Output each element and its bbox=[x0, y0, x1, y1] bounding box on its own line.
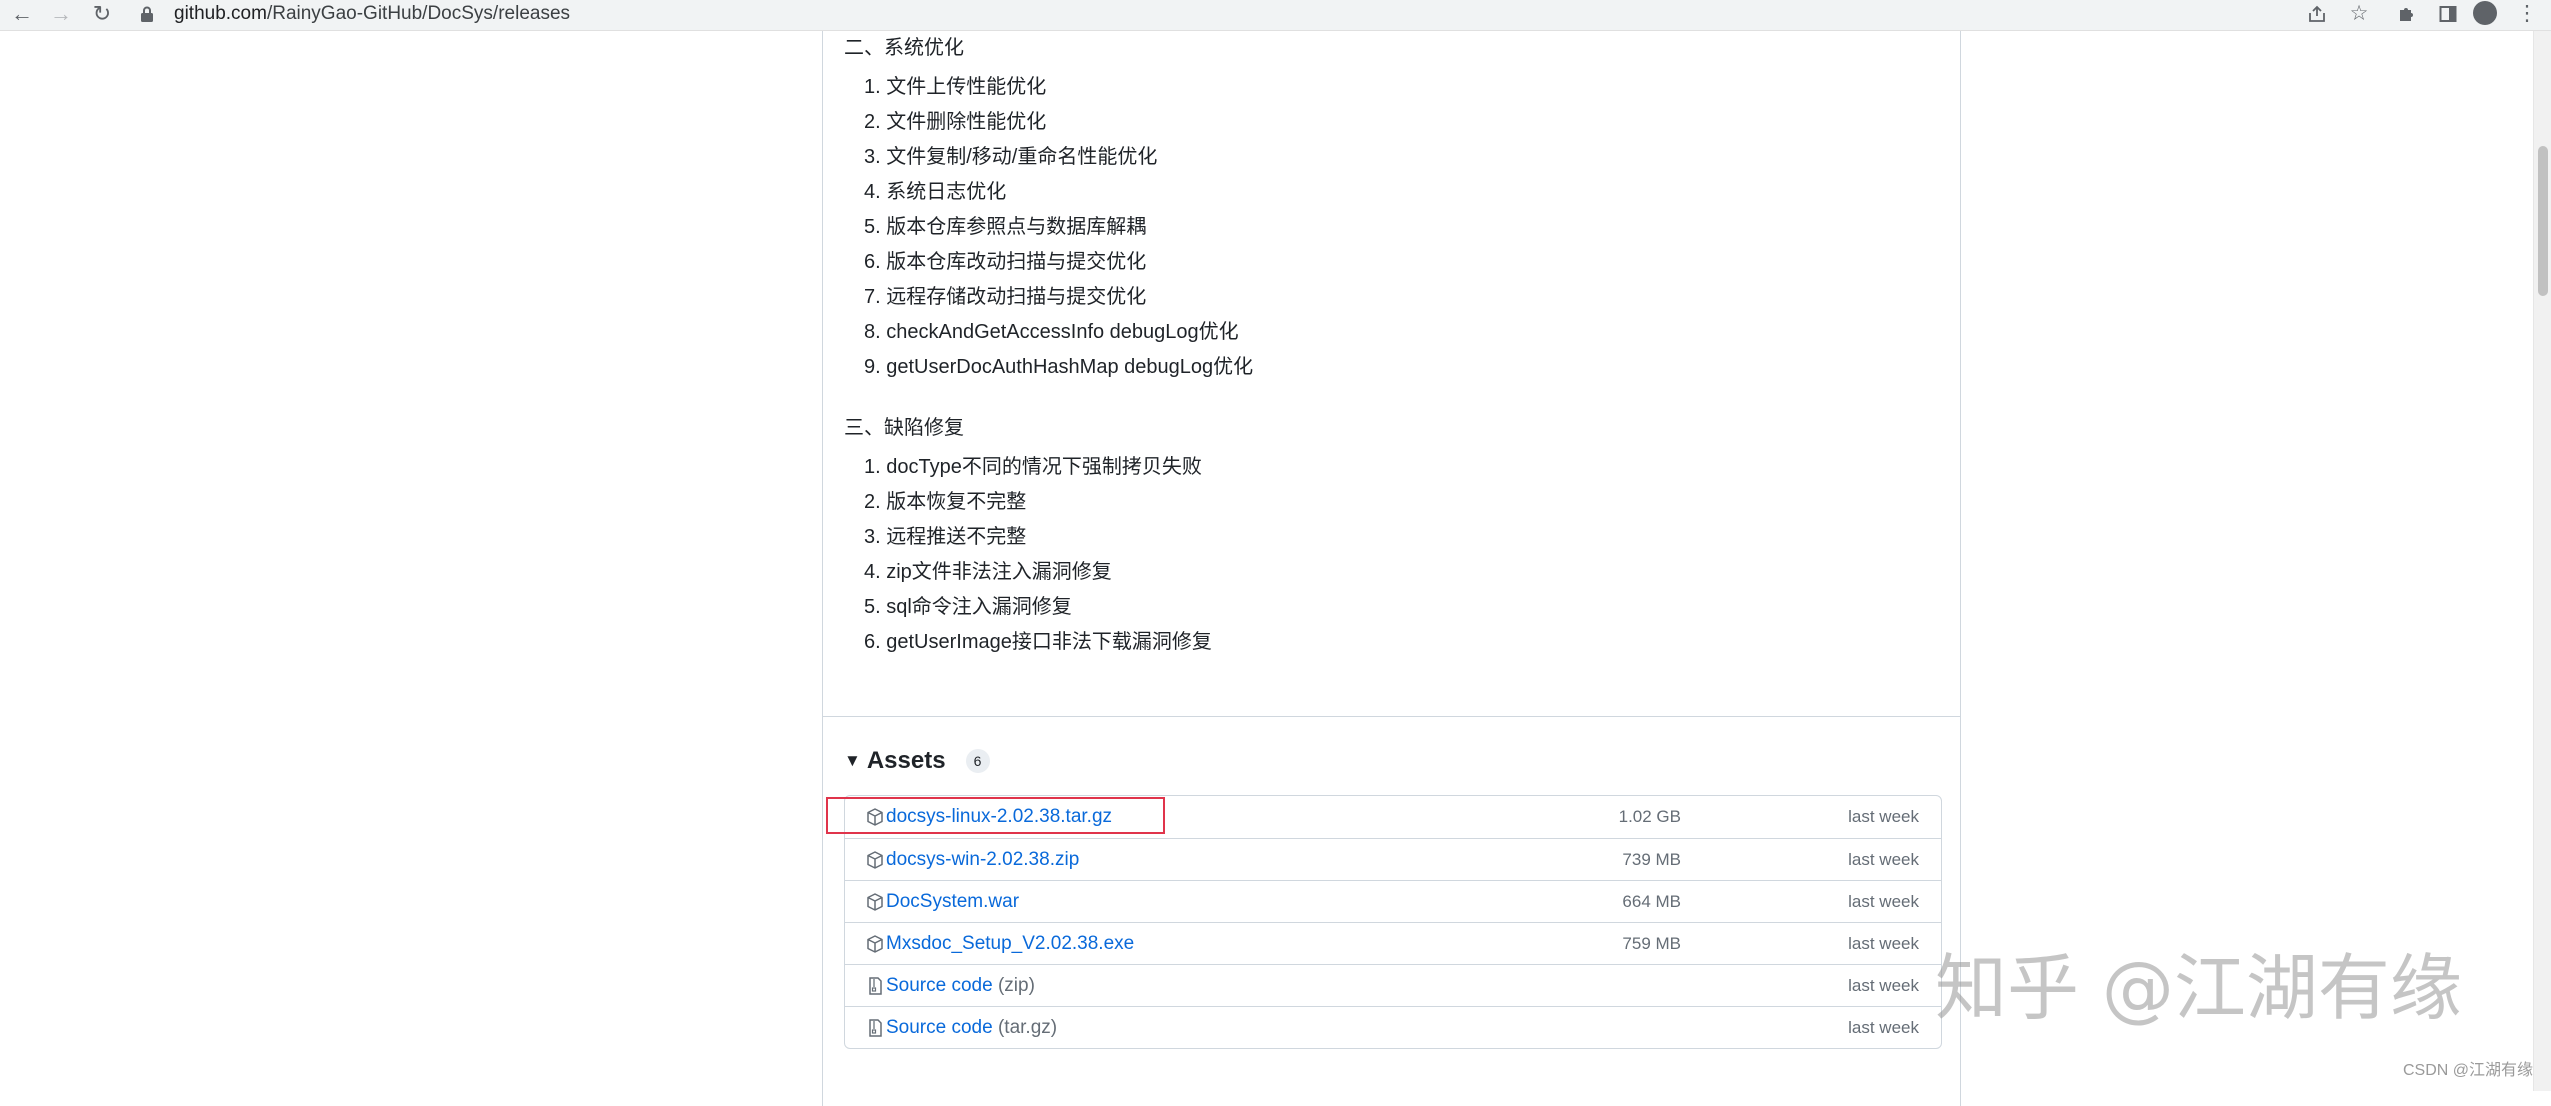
package-icon bbox=[867, 935, 883, 953]
asset-size: 739 MB bbox=[1622, 850, 1681, 869]
asset-link-text: Source code bbox=[886, 975, 993, 996]
csdn-watermark: CSDN @江湖有缘 bbox=[2402, 1062, 2533, 1079]
side-panel-icon[interactable] bbox=[2433, 0, 2463, 28]
list-item: 3. 文件复制/移动/重命名性能优化 bbox=[864, 146, 1158, 168]
list-item: 4. 系统日志优化 bbox=[864, 181, 1007, 203]
section-divider bbox=[823, 716, 1960, 717]
asset-link[interactable]: docsys-win-2.02.38.zip bbox=[886, 839, 1079, 881]
url-path: /RainyGao-GitHub/DocSys/releases bbox=[266, 3, 571, 24]
lock-icon[interactable] bbox=[140, 6, 154, 23]
list-item: 1. 文件上传性能优化 bbox=[864, 76, 1047, 98]
list-item: 7. 远程存储改动扫描与提交优化 bbox=[864, 286, 1147, 308]
list-item: 2. 版本恢复不完整 bbox=[864, 491, 1027, 513]
list-item: 3. 远程推送不完整 bbox=[864, 526, 1027, 548]
asset-row: Source code (zip) last week bbox=[845, 964, 1941, 1007]
list-item: 4. zip文件非法注入漏洞修复 bbox=[864, 561, 1112, 583]
asset-row: DocSystem.war 664 MB last week bbox=[845, 880, 1941, 923]
asset-size: 759 MB bbox=[1622, 934, 1681, 953]
asset-date: last week bbox=[1848, 976, 1919, 995]
kebab-menu-icon[interactable]: ⋮ bbox=[2512, 0, 2542, 28]
asset-note: (tar.gz) bbox=[992, 1017, 1058, 1038]
list-item: 2. 文件删除性能优化 bbox=[864, 111, 1047, 133]
list-item: 5. sql命令注入漏洞修复 bbox=[864, 596, 1072, 618]
package-icon bbox=[867, 851, 883, 869]
reload-icon[interactable]: ↻ bbox=[86, 0, 118, 28]
assets-title: Assets bbox=[866, 747, 946, 774]
section-heading-optimization: 二、系统优化 bbox=[844, 37, 964, 59]
list-item: 8. checkAndGetAccessInfo debugLog优化 bbox=[864, 321, 1239, 343]
star-icon[interactable]: ☆ bbox=[2344, 0, 2374, 28]
list-item: 6. getUserImage接口非法下载漏洞修复 bbox=[864, 631, 1212, 653]
asset-date: last week bbox=[1848, 892, 1919, 911]
asset-date: last week bbox=[1848, 807, 1919, 826]
asset-link-text: Mxsdoc_Setup_V2.02.38.exe bbox=[886, 933, 1135, 954]
section-heading-bugfix: 三、缺陷修复 bbox=[844, 417, 964, 439]
list-item: 6. 版本仓库改动扫描与提交优化 bbox=[864, 251, 1147, 273]
asset-date: last week bbox=[1848, 850, 1919, 869]
back-arrow-icon[interactable]: ← bbox=[6, 0, 38, 28]
asset-link-text: DocSystem.war bbox=[886, 891, 1020, 912]
asset-size: 1.02 GB bbox=[1618, 807, 1681, 826]
asset-link[interactable]: DocSystem.war bbox=[886, 881, 1019, 923]
highlight-box bbox=[826, 797, 1165, 834]
asset-link[interactable]: Source code (zip) bbox=[886, 965, 1035, 1007]
assets-toggle[interactable]: ▼ Assets 6 bbox=[844, 741, 990, 781]
asset-date: last week bbox=[1848, 934, 1919, 953]
file-zip-icon bbox=[869, 1019, 882, 1037]
file-zip-icon bbox=[869, 977, 882, 995]
scrollbar-thumb[interactable] bbox=[2538, 146, 2548, 296]
release-notes: 二、系统优化 1. 文件上传性能优化 2. 文件删除性能优化 3. 文件复制/移… bbox=[823, 31, 1960, 716]
zhihu-watermark: 知乎 @江湖有缘 bbox=[1935, 946, 2462, 1030]
asset-size: 664 MB bbox=[1622, 892, 1681, 911]
asset-link-text: docsys-win-2.02.38.zip bbox=[886, 849, 1080, 870]
bugfix-list: 1. docType不同的情况下强制拷贝失败 2. 版本恢复不完整 3. 远程推… bbox=[864, 450, 1212, 660]
asset-date: last week bbox=[1848, 1018, 1919, 1037]
asset-link[interactable]: Mxsdoc_Setup_V2.02.38.exe bbox=[886, 923, 1134, 965]
asset-note: (zip) bbox=[992, 975, 1035, 996]
list-item: 9. getUserDocAuthHashMap debugLog优化 bbox=[864, 356, 1254, 378]
browser-toolbar: ← → ↻ github.com/RainyGao-GitHub/DocSys/… bbox=[0, 0, 2551, 31]
url-domain: github.com bbox=[174, 3, 267, 24]
caret-down-icon: ▼ bbox=[844, 751, 861, 770]
forward-arrow-icon[interactable]: → bbox=[45, 0, 77, 28]
list-item: 5. 版本仓库参照点与数据库解耦 bbox=[864, 216, 1147, 238]
profile-icon[interactable] bbox=[2470, 0, 2500, 28]
release-card: 二、系统优化 1. 文件上传性能优化 2. 文件删除性能优化 3. 文件复制/移… bbox=[822, 31, 1961, 1106]
assets-count-badge: 6 bbox=[965, 749, 990, 773]
share-icon[interactable] bbox=[2302, 0, 2332, 28]
vertical-scrollbar[interactable] bbox=[2533, 31, 2551, 1091]
asset-row: Mxsdoc_Setup_V2.02.38.exe 759 MB last we… bbox=[845, 922, 1941, 965]
asset-row: Source code (tar.gz) last week bbox=[845, 1006, 1941, 1048]
package-icon bbox=[867, 893, 883, 911]
asset-link-text: Source code bbox=[886, 1017, 993, 1038]
puzzle-icon[interactable] bbox=[2392, 0, 2422, 28]
asset-link[interactable]: Source code (tar.gz) bbox=[886, 1007, 1058, 1048]
address-bar[interactable]: github.com/RainyGao-GitHub/DocSys/releas… bbox=[174, 0, 570, 28]
list-item: 1. docType不同的情况下强制拷贝失败 bbox=[864, 456, 1202, 478]
asset-row: docsys-win-2.02.38.zip 739 MB last week bbox=[845, 838, 1941, 881]
optimization-list: 1. 文件上传性能优化 2. 文件删除性能优化 3. 文件复制/移动/重命名性能… bbox=[864, 70, 1253, 385]
